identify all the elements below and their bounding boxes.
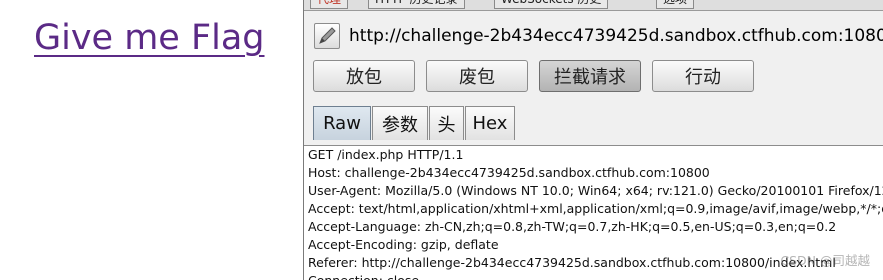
header-connection: Connection: close bbox=[308, 272, 419, 280]
burp-suite-panel: 代理 HTTP 历史记录 WebSockets 历史 选项 http://cha… bbox=[303, 0, 883, 280]
forward-button[interactable]: 放包 bbox=[313, 60, 415, 92]
tab-http-history[interactable]: HTTP 历史记录 bbox=[368, 0, 465, 9]
target-url: http://challenge-2b434ecc4739425d.sandbo… bbox=[349, 26, 883, 46]
drop-button[interactable]: 废包 bbox=[426, 60, 528, 92]
header-user-agent: User-Agent: Mozilla/5.0 (Windows NT 10.0… bbox=[308, 183, 883, 198]
header-host: Host: challenge-2b434ecc4739425d.sandbox… bbox=[308, 165, 710, 180]
tab-raw[interactable]: Raw bbox=[313, 106, 371, 140]
tab-options[interactable]: 选项 bbox=[656, 0, 695, 9]
request-line: GET /index.php HTTP/1.1 bbox=[308, 147, 464, 162]
tab-proxy[interactable]: 代理 bbox=[310, 0, 349, 9]
tab-websockets-history[interactable]: WebSockets 历史 bbox=[494, 0, 609, 9]
header-accept-encoding: Accept-Encoding: gzip, deflate bbox=[308, 237, 499, 252]
watermark-text: CSDN @司越越 bbox=[780, 253, 870, 268]
intercept-toggle-button[interactable]: 拦截请求 bbox=[539, 60, 641, 92]
action-button[interactable]: 行动 bbox=[652, 60, 754, 92]
give-me-flag-link[interactable]: Give me Flag bbox=[34, 18, 265, 58]
tab-headers[interactable]: 头 bbox=[429, 106, 464, 140]
url-row: http://challenge-2b434ecc4739425d.sandbo… bbox=[314, 20, 883, 54]
tab-hex[interactable]: Hex bbox=[465, 106, 515, 140]
raw-request-editor[interactable]: GET /index.php HTTP/1.1 Host: challenge-… bbox=[304, 145, 883, 280]
top-tab-bar: 代理 HTTP 历史记录 WebSockets 历史 选项 bbox=[304, 0, 883, 11]
tab-params[interactable]: 参数 bbox=[372, 106, 428, 140]
browser-page: Give me Flag bbox=[0, 0, 303, 280]
header-referer: Referer: http://challenge-2b434ecc473942… bbox=[308, 255, 836, 270]
header-accept: Accept: text/html,application/xhtml+xml,… bbox=[308, 201, 883, 216]
header-accept-language: Accept-Language: zh-CN,zh;q=0.8,zh-TW;q=… bbox=[308, 219, 837, 234]
edit-pencil-icon[interactable] bbox=[314, 23, 340, 49]
